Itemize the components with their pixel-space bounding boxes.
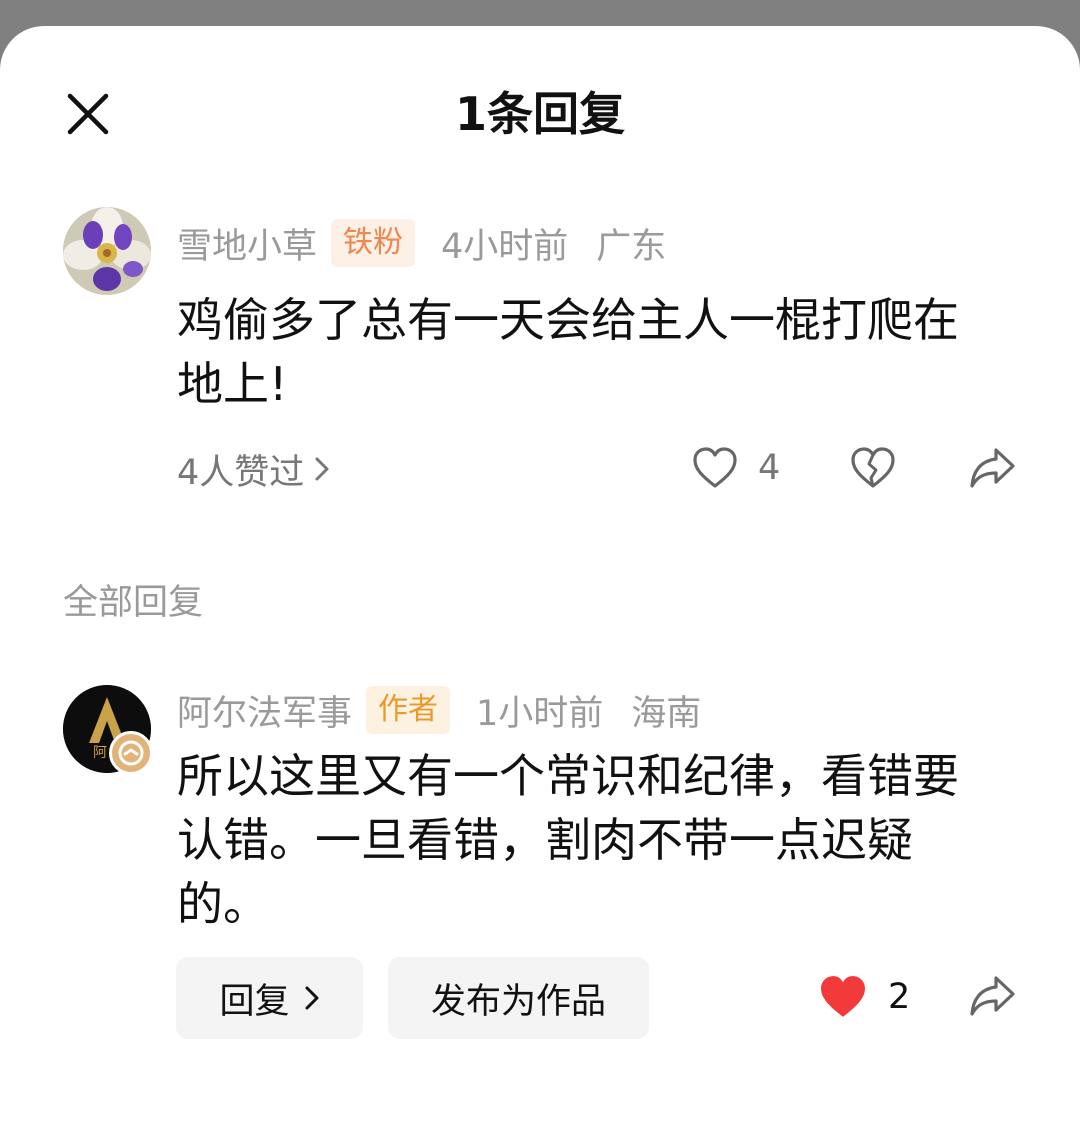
like-button[interactable]: 2 — [818, 974, 910, 1020]
location: 广东 — [596, 226, 667, 267]
reply-sheet: 1条回复 雪地小草 铁粉 4小时前 广东 鸡偷多了总有一天会给主人一棍打爬在地上… — [0, 26, 1080, 1129]
location: 海南 — [631, 693, 702, 734]
heart-filled-icon — [821, 976, 865, 1017]
reply-meta: 阿尔法军事 作者 1小时前 海南 — [177, 685, 701, 735]
reply-button[interactable]: 回复 — [176, 957, 363, 1039]
sheet-header: 1条回复 — [0, 26, 1080, 204]
username[interactable]: 雪地小草 — [177, 218, 317, 269]
dislike-button[interactable] — [850, 446, 896, 494]
timestamp: 1小时前 — [476, 693, 604, 734]
section-label: 全部回复 — [63, 583, 204, 623]
page-title: 1条回复 — [454, 87, 625, 141]
share-button[interactable] — [968, 446, 1016, 494]
avatar[interactable] — [63, 207, 151, 295]
author-avatar[interactable]: 阿 尔 — [63, 685, 153, 775]
publish-as-work-button[interactable]: 发布为作品 — [388, 957, 649, 1039]
verified-badge-icon — [109, 731, 153, 775]
likers-label: 4人赞过 — [177, 452, 305, 493]
share-button[interactable] — [968, 974, 1016, 1022]
username[interactable]: 阿尔法军事 — [177, 685, 352, 736]
author-badge: 作者 — [366, 686, 451, 734]
like-button[interactable]: 4 — [692, 446, 780, 490]
broken-heart-icon — [851, 447, 895, 488]
like-count: 2 — [888, 977, 911, 1017]
fan-badge: 铁粉 — [331, 219, 416, 267]
comment-meta: 雪地小草 铁粉 4小时前 广东 — [177, 218, 666, 268]
reply-button-label: 回复 — [219, 981, 290, 1022]
timestamp: 4小时前 — [441, 226, 569, 267]
share-arrow-icon — [970, 448, 1015, 488]
chevron-right-icon — [315, 457, 329, 481]
share-arrow-icon — [970, 976, 1015, 1016]
flower-avatar-image — [63, 207, 151, 295]
comment-text: 鸡偷多了总有一天会给主人一棍打爬在地上! — [177, 293, 959, 411]
heart-outline-icon — [693, 447, 737, 488]
chevron-right-icon — [305, 986, 318, 1010]
likers-link[interactable]: 4人赞过 — [177, 444, 330, 494]
reply-text: 所以这里又有一个常识和纪律，看错要认错。一旦看错，割肉不带一点迟疑的。 — [177, 749, 959, 931]
like-count: 4 — [758, 448, 781, 488]
